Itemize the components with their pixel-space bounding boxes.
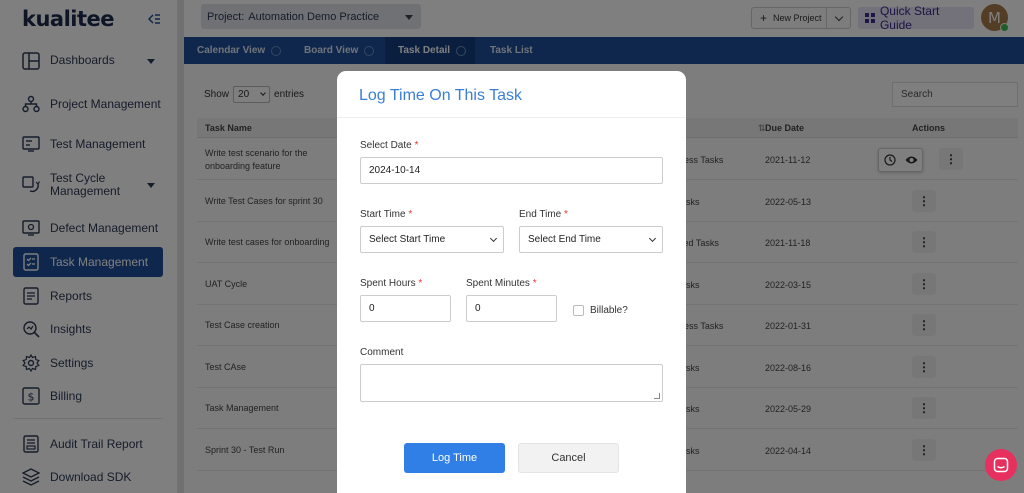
end-time-label: End Time * (519, 209, 568, 220)
start-time-value: Select Start Time (369, 234, 446, 245)
spent-hours-label: Spent Hours * (360, 278, 422, 289)
date-input[interactable]: 2024-10-14 (360, 157, 663, 184)
cancel-button[interactable]: Cancel (518, 443, 619, 473)
chat-widget-button[interactable] (985, 449, 1017, 481)
resize-handle-icon[interactable] (654, 393, 660, 399)
start-time-select[interactable]: Select Start Time (360, 226, 504, 253)
end-time-value: Select End Time (528, 234, 601, 245)
modal-title: Log Time On This Task (359, 87, 523, 104)
start-time-label: Start Time * (360, 209, 412, 220)
required-mark: * (564, 209, 568, 220)
comment-label: Comment (360, 347, 404, 358)
billable-option[interactable]: Billable? (573, 305, 628, 316)
billable-checkbox[interactable] (573, 305, 584, 316)
chat-icon (993, 457, 1009, 473)
required-mark: * (408, 209, 413, 220)
billable-label: Billable? (590, 305, 628, 316)
required-mark: * (418, 278, 423, 289)
end-time-select[interactable]: Select End Time (519, 226, 663, 253)
spent-minutes-value: 0 (475, 303, 481, 314)
log-time-modal: Log Time On This Task Select Date * 2024… (337, 71, 686, 493)
chevron-down-icon (489, 234, 498, 243)
log-time-button[interactable]: Log Time (404, 443, 505, 473)
spent-hours-input[interactable]: 0 (360, 295, 451, 322)
required-mark: * (414, 140, 419, 151)
spent-hours-value: 0 (369, 303, 375, 314)
label-text: Start Time (360, 209, 406, 220)
chevron-down-icon (648, 234, 657, 243)
label-text: Spent Minutes (466, 278, 530, 289)
label-text: End Time (519, 209, 562, 220)
label-text: Select Date (360, 140, 412, 151)
select-date-label: Select Date * (360, 140, 418, 151)
comment-textarea[interactable] (360, 364, 663, 402)
required-mark: * (532, 278, 537, 289)
spent-minutes-label: Spent Minutes * (466, 278, 537, 289)
date-value: 2024-10-14 (369, 165, 421, 176)
spent-minutes-input[interactable]: 0 (466, 295, 557, 322)
label-text: Spent Hours (360, 278, 416, 289)
modal-divider (337, 117, 686, 118)
